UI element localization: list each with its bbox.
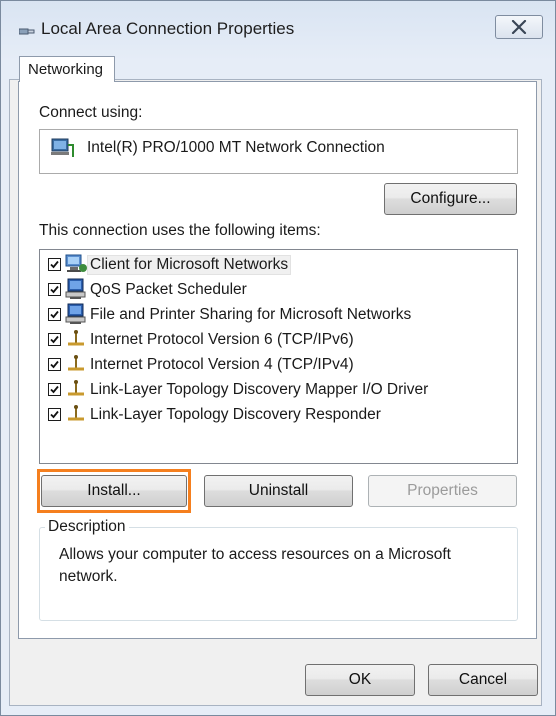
item-label: Link-Layer Topology Discovery Responder [90,406,381,423]
checkbox[interactable] [48,383,61,396]
list-item[interactable]: Client for Microsoft Networks [40,252,510,277]
checkmark-icon [50,410,59,419]
protocol-icon [68,380,84,396]
item-label: Client for Microsoft Networks [86,255,292,275]
list-item[interactable]: File and Printer Sharing for Microsoft N… [40,302,510,327]
network-adapter-icon [51,138,74,157]
protocol-icon [68,355,84,371]
list-item[interactable]: Link-Layer Topology Discovery Responder [40,402,510,427]
checkbox[interactable] [48,333,61,346]
checkmark-icon [50,335,59,344]
item-label: QoS Packet Scheduler [90,281,247,298]
item-label: Internet Protocol Version 4 (TCP/IPv4) [90,356,354,373]
checkmark-icon [50,360,59,369]
protocol-icon [68,405,84,421]
checkbox[interactable] [48,358,61,371]
checkmark-icon [50,285,59,294]
checkmark-icon [50,385,59,394]
network-service-icon [65,278,86,299]
adapter-name: Intel(R) PRO/1000 MT Network Connection [87,139,385,156]
cancel-button[interactable]: Cancel [428,664,538,696]
connect-using-label: Connect using: [39,104,143,121]
checkbox[interactable] [48,258,61,271]
description-text: Allows your computer to access resources… [59,546,451,585]
list-item[interactable]: Link-Layer Topology Discovery Mapper I/O… [40,377,510,402]
checkmark-icon [50,260,59,269]
item-label: Internet Protocol Version 6 (TCP/IPv6) [90,331,354,348]
install-highlight-box [37,469,191,513]
list-item[interactable]: Internet Protocol Version 6 (TCP/IPv6) [40,327,510,352]
item-label: Link-Layer Topology Discovery Mapper I/O… [90,381,429,398]
checkmark-icon [50,310,59,319]
network-service-icon [65,303,86,324]
ok-button[interactable]: OK [305,664,415,696]
list-item[interactable]: Internet Protocol Version 4 (TCP/IPv4) [40,352,510,377]
properties-button[interactable]: Properties [368,475,517,507]
network-client-icon [65,254,87,272]
item-label: File and Printer Sharing for Microsoft N… [90,306,412,323]
configure-button[interactable]: Configure... [384,183,517,215]
checkbox[interactable] [48,408,61,421]
protocol-icon [68,330,84,346]
list-item[interactable]: QoS Packet Scheduler [40,277,510,302]
checkbox[interactable] [48,308,61,321]
properties-window: Local Area Connection Properties Network… [0,0,556,716]
uninstall-button[interactable]: Uninstall [204,475,353,507]
items-label: This connection uses the following items… [39,222,321,239]
description-legend: Description [45,518,129,536]
items-list[interactable]: Client for Microsoft Networks QoS Packet… [39,249,518,464]
checkbox[interactable] [48,283,61,296]
